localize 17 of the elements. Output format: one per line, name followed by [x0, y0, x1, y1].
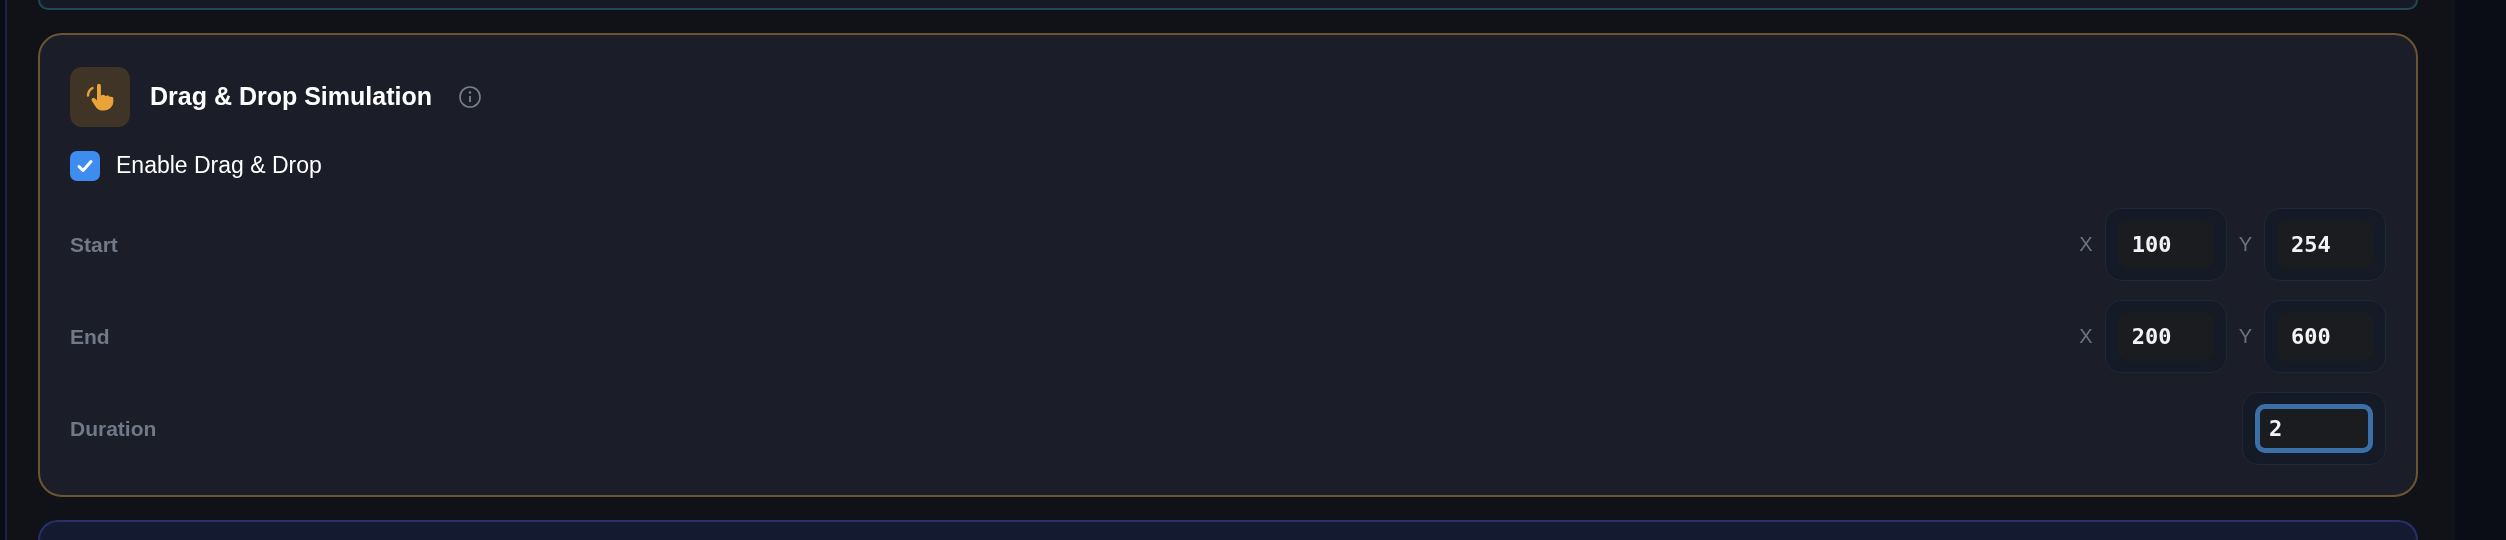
field-label: Start — [70, 232, 118, 257]
axis-label: X — [2079, 325, 2093, 349]
number-field[interactable]: 200 — [2117, 312, 2214, 362]
checkbox[interactable] — [70, 150, 100, 181]
axis-label: Y — [2238, 325, 2252, 349]
number-field[interactable]: 100 — [2117, 220, 2214, 270]
number-field[interactable]: 254 — [2277, 220, 2373, 270]
axis-label: X — [2079, 233, 2093, 257]
checkbox-label: Enable Drag & Drop — [116, 152, 322, 180]
info-icon[interactable] — [457, 84, 482, 109]
axis-label: Y — [2238, 233, 2252, 257]
number-field[interactable]: 2 — [2255, 404, 2373, 454]
field-label: End — [70, 324, 110, 349]
card-title: Drag & Drop Simulation — [150, 82, 432, 112]
number-field[interactable]: 600 — [2277, 312, 2373, 362]
hand-icon — [70, 66, 130, 127]
field-label: Duration — [70, 416, 157, 441]
